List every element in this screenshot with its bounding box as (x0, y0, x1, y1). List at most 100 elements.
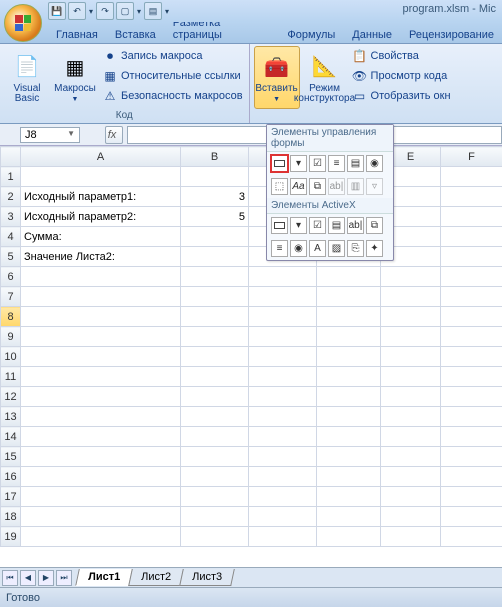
cell[interactable] (249, 307, 317, 327)
cell[interactable] (249, 527, 317, 547)
row-header[interactable]: 6 (1, 267, 21, 287)
cell[interactable] (249, 427, 317, 447)
cell[interactable] (181, 407, 249, 427)
cell[interactable] (249, 347, 317, 367)
form-button-control[interactable] (271, 155, 288, 172)
cell[interactable] (21, 307, 181, 327)
cell[interactable] (181, 347, 249, 367)
row-header[interactable]: 8 (1, 307, 21, 327)
ax-checkbox-control[interactable]: ☑ (309, 217, 326, 234)
sheet-tab-2[interactable]: Лист2 (128, 569, 184, 586)
cell[interactable] (249, 367, 317, 387)
row-header[interactable]: 18 (1, 507, 21, 527)
first-sheet-button[interactable]: ⏮ (2, 570, 18, 586)
qat-undo-icon[interactable]: ↶ (68, 2, 86, 20)
cell[interactable] (381, 267, 441, 287)
cell[interactable] (381, 347, 441, 367)
cell[interactable] (181, 247, 249, 267)
cell[interactable] (441, 287, 502, 307)
cell[interactable] (441, 347, 502, 367)
cell[interactable]: Исходный параметр2: (21, 207, 181, 227)
cell[interactable] (181, 527, 249, 547)
sheet-tab-1[interactable]: Лист1 (75, 569, 133, 586)
form-label-control[interactable]: Aa (290, 178, 307, 195)
cell[interactable] (381, 427, 441, 447)
cell[interactable] (181, 487, 249, 507)
cell[interactable] (249, 447, 317, 467)
cell[interactable] (249, 287, 317, 307)
ax-listbox-control[interactable]: ▤ (328, 217, 345, 234)
cell[interactable] (181, 427, 249, 447)
prev-sheet-button[interactable]: ◀ (20, 570, 36, 586)
cell[interactable] (317, 307, 381, 327)
cell[interactable] (381, 527, 441, 547)
row-header[interactable]: 16 (1, 467, 21, 487)
cell[interactable] (317, 427, 381, 447)
cell[interactable]: Исходный параметр1: (21, 187, 181, 207)
cell[interactable] (317, 347, 381, 367)
ax-scrollbar-control[interactable]: ⧉ (366, 217, 383, 234)
qat-dropdown3-icon[interactable]: ▾ (164, 7, 170, 16)
tab-insert[interactable]: Вставка (107, 26, 164, 43)
cell[interactable] (381, 287, 441, 307)
cell[interactable] (21, 427, 181, 447)
cell[interactable] (381, 327, 441, 347)
ax-more-control[interactable]: ✦ (366, 240, 383, 257)
cell[interactable] (181, 367, 249, 387)
properties-button[interactable]: 📋Свойства (350, 46, 453, 66)
last-sheet-button[interactable]: ⏭ (56, 570, 72, 586)
cell[interactable] (317, 367, 381, 387)
ax-image-control[interactable]: ▨ (328, 240, 345, 257)
cell[interactable] (317, 487, 381, 507)
row-header[interactable]: 5 (1, 247, 21, 267)
cell[interactable] (317, 327, 381, 347)
cell[interactable] (317, 407, 381, 427)
qat-dropdown-icon[interactable]: ▾ (88, 7, 94, 16)
row-header[interactable]: 3 (1, 207, 21, 227)
qat-extra1-icon[interactable]: ▢ (116, 2, 134, 20)
form-scrollbar-control[interactable]: ⧉ (309, 178, 326, 195)
cell[interactable] (317, 527, 381, 547)
cell[interactable] (317, 467, 381, 487)
cell[interactable] (381, 387, 441, 407)
cell[interactable] (181, 387, 249, 407)
fx-button[interactable]: fx (105, 126, 123, 144)
ax-textbox-control[interactable]: ab| (347, 217, 364, 234)
row-header[interactable]: 4 (1, 227, 21, 247)
qat-save-icon[interactable]: 💾 (48, 2, 66, 20)
worksheet-grid[interactable]: A B C D E F 12Исходный параметр1:33Исход… (0, 146, 502, 547)
row-header[interactable]: 13 (1, 407, 21, 427)
form-dropdown-control[interactable]: ▿ (366, 178, 383, 195)
cell[interactable] (21, 367, 181, 387)
cell[interactable] (21, 347, 181, 367)
row-header[interactable]: 1 (1, 167, 21, 187)
form-textfield-control[interactable]: ab| (328, 178, 345, 195)
cell[interactable] (181, 287, 249, 307)
cell[interactable] (21, 487, 181, 507)
tab-data[interactable]: Данные (344, 26, 400, 43)
cell[interactable] (249, 407, 317, 427)
cell[interactable] (381, 487, 441, 507)
cell[interactable] (381, 307, 441, 327)
cell[interactable] (441, 167, 502, 187)
form-option-control[interactable]: ◉ (366, 155, 383, 172)
cell[interactable] (181, 467, 249, 487)
cell[interactable] (249, 467, 317, 487)
cell[interactable] (317, 287, 381, 307)
qat-redo-icon[interactable]: ↷ (96, 2, 114, 20)
cell[interactable] (441, 507, 502, 527)
cell[interactable] (441, 327, 502, 347)
row-header[interactable]: 17 (1, 487, 21, 507)
row-header[interactable]: 19 (1, 527, 21, 547)
tab-home[interactable]: Главная (48, 26, 106, 43)
macros-button[interactable]: ▦ Макросы ▼ (52, 46, 98, 109)
run-dialog-button[interactable]: ▭Отобразить окн (350, 86, 453, 106)
cell[interactable] (317, 447, 381, 467)
cell[interactable] (441, 467, 502, 487)
form-listbox-control[interactable]: ▤ (347, 155, 364, 172)
ax-button-control[interactable] (271, 217, 288, 234)
cell[interactable] (181, 307, 249, 327)
cell[interactable] (441, 307, 502, 327)
row-header[interactable]: 15 (1, 447, 21, 467)
row-header[interactable]: 11 (1, 367, 21, 387)
